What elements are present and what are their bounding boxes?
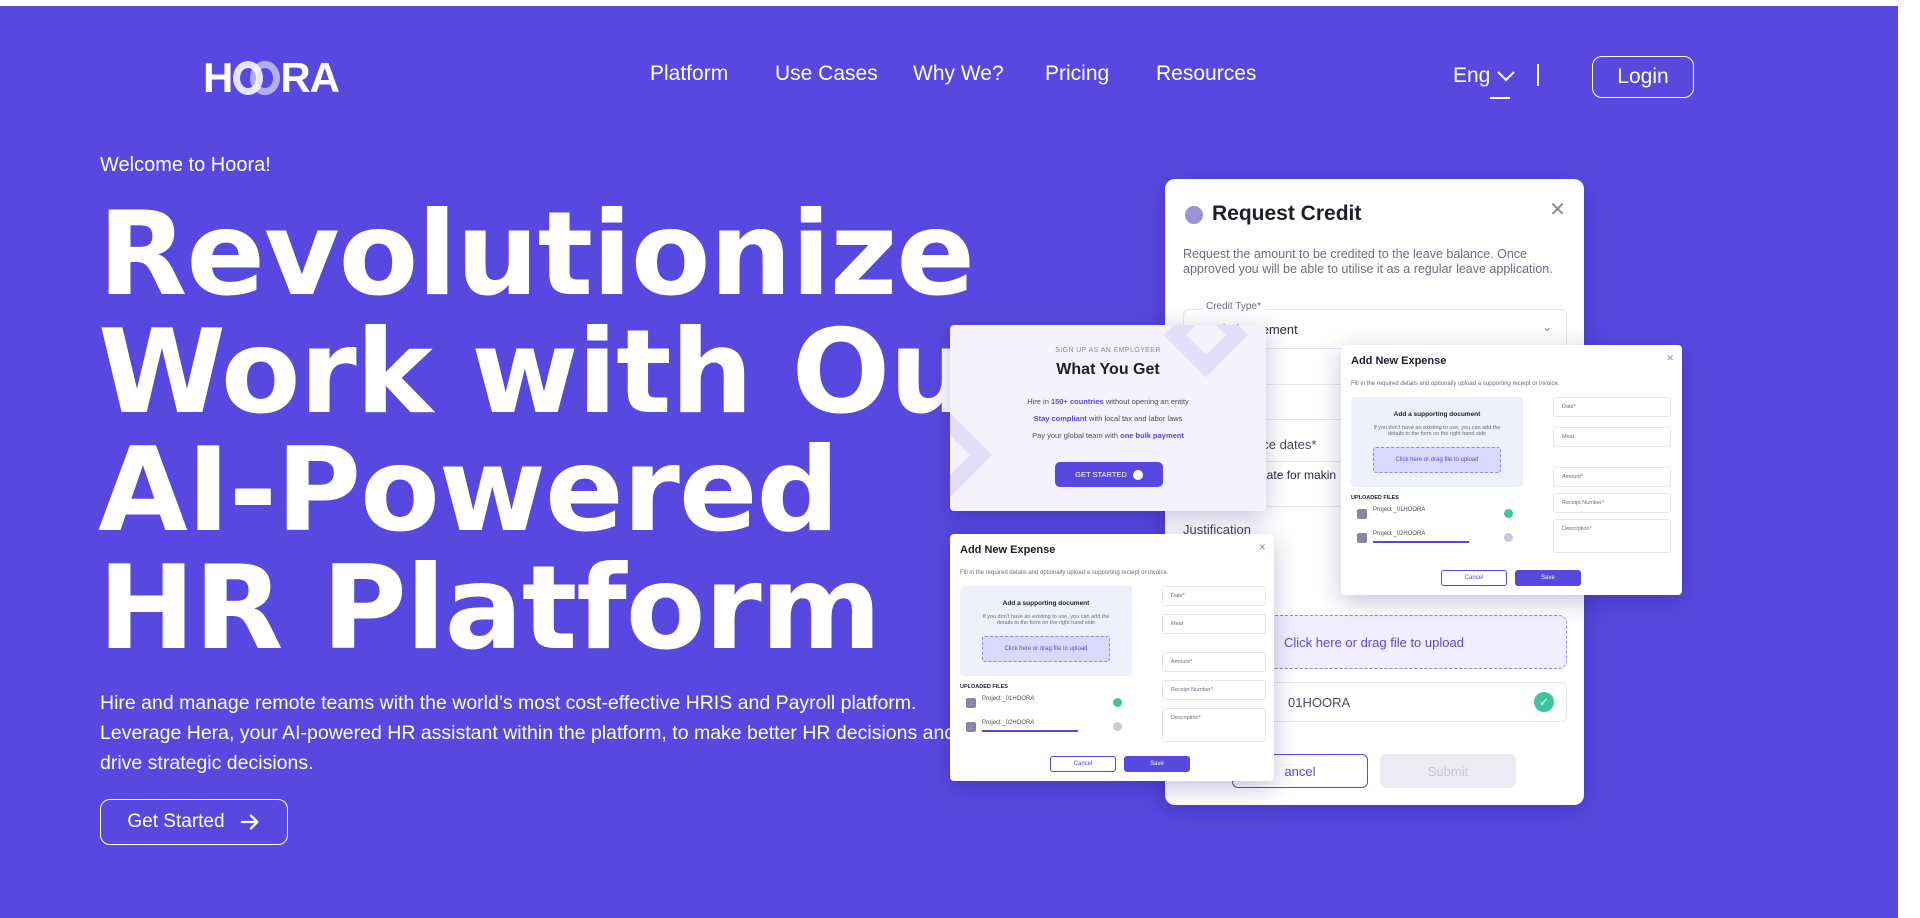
wyg-line-1: Hire in 150+ countries without opening a… — [1027, 397, 1189, 406]
cancel-button[interactable]: Cancel — [1050, 756, 1116, 772]
headline-line-4: HR Platform — [98, 541, 882, 676]
uploaded-files-label: UPLOADED FILES — [960, 684, 1008, 690]
uploaded-file-name: 01HOORA — [1288, 695, 1351, 710]
nav-divider — [1537, 64, 1539, 86]
expense-subtitle: Fill in the required details and optiona… — [960, 570, 1169, 576]
close-icon[interactable]: ✕ — [1258, 542, 1266, 553]
headline-line-1: Revolutionize — [98, 187, 975, 322]
close-icon[interactable]: ✕ — [1666, 353, 1674, 364]
nav-why-we[interactable]: Why We? — [913, 62, 1004, 86]
expense-upload-box: Add a supporting document If you don’t h… — [960, 586, 1132, 676]
wyg-line-2: Stay compliant with local tax and labor … — [1033, 414, 1183, 423]
check-icon — [1504, 509, 1513, 518]
file-icon — [966, 698, 976, 708]
upload-dropzone[interactable]: Click here or drag file to upload — [1247, 615, 1567, 669]
upload-title: Add a supporting document — [1393, 411, 1481, 418]
pending-icon — [1113, 722, 1122, 731]
hoora-logo[interactable]: H RA — [203, 54, 340, 102]
hero-description: Hire and manage remote teams with the wo… — [100, 692, 956, 774]
wyg-line-3: Pay your global team with one bulk payme… — [1032, 431, 1184, 440]
amount-field[interactable]: Amount* — [1162, 652, 1266, 672]
hero-section: H RA Platform Use Cases Why We? Pricing … — [0, 6, 1898, 918]
check-icon: ✓ — [1534, 692, 1554, 712]
wyg-get-started-button[interactable]: GET STARTED — [1055, 462, 1163, 487]
upload-progress-bar — [1373, 541, 1469, 543]
chevron-down-icon — [1497, 71, 1516, 82]
file-row: Project _02HOORA — [1351, 529, 1523, 549]
file-icon — [1357, 533, 1367, 543]
chevron-down-icon: ⌄ — [1541, 320, 1552, 334]
get-started-label: Get Started — [127, 811, 225, 832]
language-underline — [1490, 97, 1510, 99]
hero-headline: Revolutionize Work with Our AI-Powered H… — [98, 187, 1028, 676]
logo-oo-mark — [233, 61, 281, 95]
expense-title: Add New Expense — [960, 544, 1056, 556]
cancel-button[interactable]: Cancel — [1441, 570, 1507, 586]
category-select[interactable]: Meal — [1553, 427, 1671, 447]
what-you-get-card: SIGN UP AS AN EMPLOYEER What You Get Hir… — [950, 325, 1266, 511]
nav-pricing[interactable]: Pricing — [1045, 62, 1109, 86]
file-icon — [966, 722, 976, 732]
request-credit-subtitle: Request the amount to be credited to the… — [1183, 247, 1553, 276]
receipt-field[interactable]: Receipt Number* — [1162, 680, 1266, 700]
request-credit-title: Request Credit — [1212, 202, 1362, 225]
description-field[interactable]: Description* — [1553, 519, 1671, 553]
uploaded-files-label: UPLOADED FILES — [1351, 495, 1399, 501]
upload-progress-bar — [982, 730, 1078, 732]
headline-line-2: Work with Our — [98, 305, 1028, 440]
file-row: Project _01HOORA — [960, 694, 1132, 714]
category-select[interactable]: Meal — [1162, 614, 1266, 634]
date-field[interactable]: Date* — [1162, 586, 1266, 606]
date-field[interactable]: Date* — [1553, 397, 1671, 417]
pending-icon — [1504, 533, 1513, 542]
expense-upload-box: Add a supporting document If you don’t h… — [1351, 397, 1523, 487]
close-icon[interactable]: ✕ — [1549, 197, 1566, 222]
welcome-text: Welcome to Hoora! — [100, 154, 271, 176]
get-started-button[interactable]: Get Started — [100, 799, 288, 845]
nav-use-cases[interactable]: Use Cases — [775, 62, 878, 86]
upload-desc: If you don’t have an existing to use, yo… — [1373, 425, 1501, 437]
logo-h: H — [203, 54, 233, 101]
language-label: Eng — [1453, 64, 1491, 87]
wyg-cta-label: GET STARTED — [1075, 470, 1127, 479]
description-field[interactable]: Description* — [1162, 708, 1266, 742]
file-row: Project _01HOORA — [1351, 505, 1523, 525]
upload-title: Add a supporting document — [1002, 600, 1090, 607]
submit-button[interactable]: Submit — [1380, 754, 1516, 788]
arrow-right-icon — [240, 814, 259, 830]
expense-title: Add New Expense — [1351, 355, 1447, 367]
save-button[interactable]: Save — [1515, 570, 1581, 586]
logo-ra: RA — [280, 54, 340, 101]
check-icon — [1113, 698, 1122, 707]
language-selector[interactable]: Eng — [1453, 64, 1516, 99]
receipt-field[interactable]: Receipt Number* — [1553, 493, 1671, 513]
nav-resources[interactable]: Resources — [1156, 62, 1256, 86]
file-icon — [1357, 509, 1367, 519]
uploaded-file-row: 01HOORA ✓ — [1247, 682, 1567, 722]
login-button[interactable]: Login — [1592, 56, 1694, 98]
add-expense-card-left: Add New Expense ✕ Fill in the required d… — [950, 534, 1274, 781]
upload-desc: If you don’t have an existing to use, yo… — [982, 614, 1110, 626]
amount-field[interactable]: Amount* — [1553, 467, 1671, 487]
credit-icon — [1185, 206, 1203, 224]
credit-type-label: Credit Type* — [1202, 301, 1265, 312]
expense-subtitle: Fill in the required details and optiona… — [1351, 381, 1560, 387]
file-row: Project _02HOORA — [960, 718, 1132, 738]
wyg-eyebrow: SIGN UP AS AN EMPLOYEER — [1055, 347, 1161, 354]
arrow-circle-icon — [1132, 469, 1143, 480]
wyg-title: What You Get — [1056, 361, 1160, 378]
headline-line-3: AI-Powered — [98, 423, 840, 558]
upload-dropzone[interactable]: Click here or drag file to upload — [1373, 447, 1501, 473]
add-expense-card-right: Add New Expense ✕ Fill in the required d… — [1341, 345, 1682, 595]
decorative-chevron — [950, 412, 993, 498]
upload-dropzone[interactable]: Click here or drag file to upload — [982, 636, 1110, 662]
save-button[interactable]: Save — [1124, 756, 1190, 772]
nav-platform[interactable]: Platform — [650, 62, 728, 86]
